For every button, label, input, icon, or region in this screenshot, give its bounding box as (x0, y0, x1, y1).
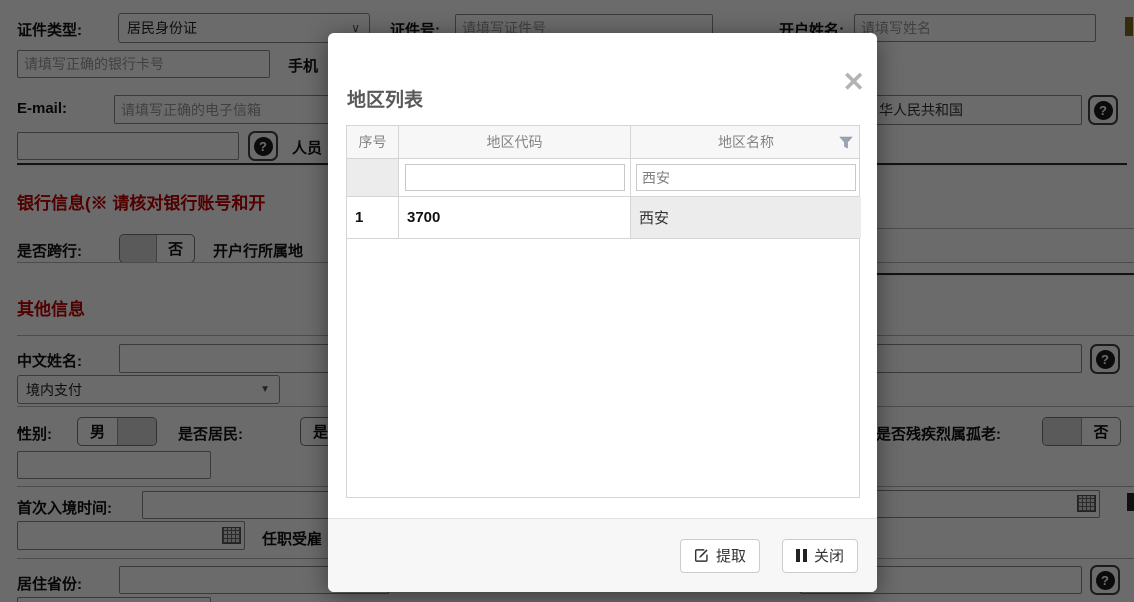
col-header-name[interactable]: 地区名称 (631, 126, 861, 158)
table-filter-row (347, 159, 859, 197)
col-header-code[interactable]: 地区代码 (399, 126, 631, 158)
region-list-dialog: 地区列表 ✕ 序号 地区代码 地区名称 西安 1 3700 西安 提取 关闭 (328, 33, 877, 592)
extract-button[interactable]: 提取 (679, 538, 760, 573)
name-filter-input[interactable] (636, 164, 856, 191)
close-button-label: 关闭 (813, 548, 844, 565)
row-no: 1 (347, 197, 399, 238)
screen: 证件类型: 居民身份证 ∨ 证件号: 开户姓名: 手机 E-mail: ? ? … (0, 0, 1134, 602)
filter-icon[interactable] (839, 136, 853, 149)
extract-button-label: 提取 (715, 548, 746, 565)
col-header-no[interactable]: 序号 (347, 126, 399, 158)
close-button[interactable]: 关闭 (781, 538, 858, 573)
dialog-title: 地区列表 (347, 90, 424, 111)
pause-icon (795, 549, 807, 562)
dialog-footer: 提取 关闭 (328, 518, 877, 592)
close-icon[interactable]: ✕ (842, 69, 865, 96)
pencil-square-icon (694, 549, 708, 562)
row-code: 3700 (399, 197, 631, 238)
region-table: 序号 地区代码 地区名称 1 3700 西安 (346, 125, 861, 498)
code-filter-input[interactable] (404, 164, 625, 191)
table-header-row: 序号 地区代码 地区名称 (347, 126, 859, 159)
row-name: 西安 (631, 197, 861, 238)
filter-blank-cell (347, 159, 399, 196)
table-row[interactable]: 1 3700 西安 (347, 197, 861, 239)
